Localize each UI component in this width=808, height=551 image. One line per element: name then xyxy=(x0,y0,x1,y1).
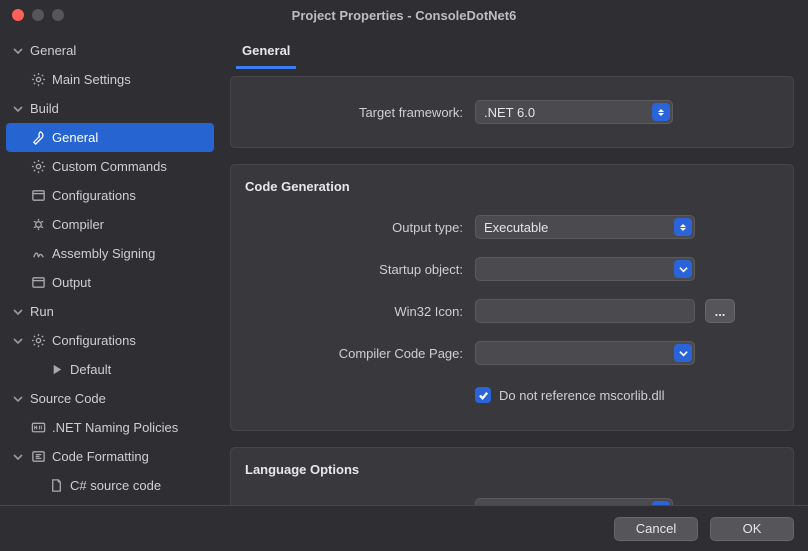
cancel-button[interactable]: Cancel xyxy=(614,517,698,541)
sidebar-item-label: General xyxy=(52,130,98,145)
sidebar-item-main-settings[interactable]: Main Settings xyxy=(6,65,214,94)
panel-target-framework: Target framework: .NET 6.0 xyxy=(230,76,794,148)
dropdown-icon xyxy=(674,260,692,278)
format-icon xyxy=(30,449,46,465)
sidebar-item-configurations[interactable]: Configurations xyxy=(6,181,214,210)
win32-icon-input[interactable] xyxy=(475,299,695,323)
panel-title: Language Options xyxy=(245,462,779,477)
window-icon xyxy=(30,188,46,204)
window-title: Project Properties - ConsoleDotNet6 xyxy=(0,8,808,23)
play-icon xyxy=(48,362,64,378)
browse-button[interactable]: ... xyxy=(705,299,735,323)
sidebar-item-label: Code Formatting xyxy=(52,449,149,464)
gear-icon xyxy=(30,72,46,88)
window-icon xyxy=(30,275,46,291)
sidebar-item-label: Compiler xyxy=(52,217,104,232)
sidebar-label: Source Code xyxy=(30,391,106,406)
zoom-window-button[interactable] xyxy=(52,9,64,21)
minimize-window-button[interactable] xyxy=(32,9,44,21)
sidebar-item-label: Custom Commands xyxy=(52,159,167,174)
chevron-down-icon xyxy=(12,451,24,463)
tab-bar: General xyxy=(226,36,798,68)
win32-icon-label: Win32 Icon: xyxy=(245,304,475,319)
sidebar-item-compiler[interactable]: Compiler xyxy=(6,210,214,239)
window-controls xyxy=(12,9,64,21)
chevron-down-icon xyxy=(12,306,24,318)
sidebar-item-run-configurations[interactable]: Configurations xyxy=(6,326,214,355)
wrench-icon xyxy=(30,130,46,146)
dropdown-icon xyxy=(674,344,692,362)
sidebar-item-label: Assembly Signing xyxy=(52,246,155,261)
chevron-down-icon xyxy=(12,335,24,347)
panel-code-generation: Code Generation Output type: Executable … xyxy=(230,164,794,431)
sidebar-item-net-naming-policies[interactable]: .NET Naming Policies xyxy=(6,413,214,442)
tab-general[interactable]: General xyxy=(236,35,296,69)
select-value: .NET 6.0 xyxy=(484,105,535,120)
sidebar-item-label: Main Settings xyxy=(52,72,131,87)
compiler-code-page-select[interactable] xyxy=(475,341,695,365)
dialog-footer: Cancel OK xyxy=(0,505,808,551)
checkbox-checked-icon xyxy=(475,387,491,403)
startup-object-label: Startup object: xyxy=(245,262,475,277)
sidebar-group-general[interactable]: General xyxy=(6,36,214,65)
sidebar-item-build-general[interactable]: General xyxy=(6,123,214,152)
gear-icon xyxy=(30,333,46,349)
sidebar-item-run-default[interactable]: Default xyxy=(6,355,214,384)
sidebar: General Main Settings Build General Cust… xyxy=(0,30,220,505)
sidebar-group-build[interactable]: Build xyxy=(6,94,214,123)
checkbox-label: Do not reference mscorlib.dll xyxy=(499,388,664,403)
sidebar-item-label: Configurations xyxy=(52,333,136,348)
sidebar-item-label: C# source code xyxy=(70,478,161,493)
signature-icon xyxy=(30,246,46,262)
sidebar-item-output[interactable]: Output xyxy=(6,268,214,297)
output-type-label: Output type: xyxy=(245,220,475,235)
sidebar-item-label: Output xyxy=(52,275,91,290)
chevron-down-icon xyxy=(12,393,24,405)
no-mscorlib-checkbox[interactable]: Do not reference mscorlib.dll xyxy=(475,387,664,403)
content-area: General Target framework: .NET 6.0 Code … xyxy=(220,30,808,505)
output-type-select[interactable]: Executable xyxy=(475,215,695,239)
sidebar-label: Run xyxy=(30,304,54,319)
close-window-button[interactable] xyxy=(12,9,24,21)
panel-title: Code Generation xyxy=(245,179,779,194)
select-value: Executable xyxy=(484,220,548,235)
sidebar-item-assembly-signing[interactable]: Assembly Signing xyxy=(6,239,214,268)
dropdown-icon xyxy=(652,103,670,121)
sidebar-item-custom-commands[interactable]: Custom Commands xyxy=(6,152,214,181)
csharp-version-select[interactable]: Default xyxy=(475,498,673,505)
startup-object-select[interactable] xyxy=(475,257,695,281)
sidebar-item-label: Configurations xyxy=(52,188,136,203)
sidebar-item-label: .NET Naming Policies xyxy=(52,420,178,435)
compiler-icon xyxy=(30,217,46,233)
dropdown-icon xyxy=(674,218,692,236)
compiler-code-page-label: Compiler Code Page: xyxy=(245,346,475,361)
sidebar-label: General xyxy=(30,43,76,58)
abc-icon xyxy=(30,420,46,436)
panel-language-options: Language Options C# version: Default xyxy=(230,447,794,505)
sidebar-group-run[interactable]: Run xyxy=(6,297,214,326)
sidebar-group-source-code[interactable]: Source Code xyxy=(6,384,214,413)
gear-icon xyxy=(30,159,46,175)
target-framework-label: Target framework: xyxy=(245,105,475,120)
titlebar: Project Properties - ConsoleDotNet6 xyxy=(0,0,808,30)
target-framework-select[interactable]: .NET 6.0 xyxy=(475,100,673,124)
sidebar-item-csharp-source[interactable]: C# source code xyxy=(6,471,214,500)
ok-button[interactable]: OK xyxy=(710,517,794,541)
chevron-down-icon xyxy=(12,45,24,57)
chevron-down-icon xyxy=(12,103,24,115)
sidebar-label: Build xyxy=(30,101,59,116)
sidebar-item-label: Default xyxy=(70,362,111,377)
sidebar-item-code-formatting[interactable]: Code Formatting xyxy=(6,442,214,471)
file-icon xyxy=(48,478,64,494)
